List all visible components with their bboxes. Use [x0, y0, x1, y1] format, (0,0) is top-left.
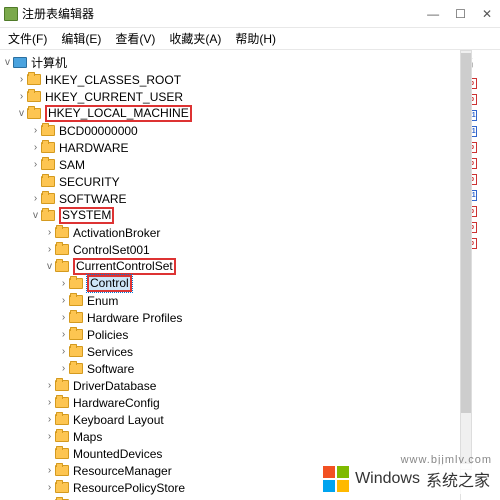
- folder-icon: [27, 108, 41, 119]
- key-services[interactable]: Services: [87, 345, 133, 359]
- menubar: 文件(F) 编辑(E) 查看(V) 收藏夹(A) 帮助(H): [0, 28, 500, 50]
- expand-toggle[interactable]: ›: [58, 278, 69, 289]
- expand-toggle[interactable]: ›: [44, 380, 55, 391]
- folder-icon: [55, 465, 69, 476]
- expand-toggle[interactable]: ›: [58, 363, 69, 374]
- expand-toggle[interactable]: ›: [58, 295, 69, 306]
- key-resourcemanager[interactable]: ResourceManager: [73, 464, 172, 478]
- menu-view[interactable]: 查看(V): [115, 30, 155, 47]
- key-hardware-profiles[interactable]: Hardware Profiles: [87, 311, 182, 325]
- expand-toggle[interactable]: ›: [58, 346, 69, 357]
- expand-toggle[interactable]: ›: [44, 465, 55, 476]
- folder-icon: [55, 261, 69, 272]
- key-hkcu[interactable]: HKEY_CURRENT_USER: [45, 90, 183, 104]
- watermark-brand: Windows: [355, 470, 420, 488]
- key-bcd[interactable]: BCD00000000: [59, 124, 138, 138]
- expand-toggle[interactable]: v: [16, 108, 27, 119]
- window-buttons: — ☐ ✕: [427, 7, 496, 21]
- computer-icon: [13, 57, 27, 68]
- folder-icon: [41, 159, 55, 170]
- maximize-button[interactable]: ☐: [455, 7, 466, 21]
- windows-logo-icon: [323, 466, 349, 492]
- regedit-icon: [4, 7, 18, 21]
- key-keyboard-layout[interactable]: Keyboard Layout: [73, 413, 164, 427]
- registry-tree[interactable]: v 计算机 › HKEY_CLASSES_ROOT › HKEY_CURRENT_US…: [0, 50, 460, 500]
- folder-icon: [41, 125, 55, 136]
- minimize-button[interactable]: —: [427, 7, 439, 21]
- folder-icon: [69, 295, 83, 306]
- key-hklm[interactable]: HKEY_LOCAL_MACHINE: [45, 105, 192, 122]
- expand-toggle[interactable]: ›: [30, 142, 41, 153]
- tree-scrollbar[interactable]: [460, 50, 472, 470]
- folder-icon: [27, 91, 41, 102]
- folder-icon: [55, 244, 69, 255]
- expand-toggle[interactable]: v: [30, 210, 41, 221]
- menu-help[interactable]: 帮助(H): [235, 30, 276, 47]
- key-hkcr[interactable]: HKEY_CLASSES_ROOT: [45, 73, 181, 87]
- expand-toggle[interactable]: ›: [44, 244, 55, 255]
- key-mounteddevices[interactable]: MountedDevices: [73, 447, 162, 461]
- scrollbar-thumb[interactable]: [461, 53, 471, 413]
- key-resourcepolicystore[interactable]: ResourcePolicyStore: [73, 481, 185, 495]
- folder-icon: [41, 142, 55, 153]
- key-maps[interactable]: Maps: [73, 430, 102, 444]
- menu-file[interactable]: 文件(F): [8, 30, 47, 47]
- folder-icon: [69, 312, 83, 323]
- key-activationbroker[interactable]: ActivationBroker: [73, 226, 160, 240]
- expand-toggle[interactable]: ›: [30, 159, 41, 170]
- key-sam[interactable]: SAM: [59, 158, 85, 172]
- folder-icon: [69, 329, 83, 340]
- menu-edit[interactable]: 编辑(E): [61, 30, 101, 47]
- expand-toggle[interactable]: ›: [44, 397, 55, 408]
- expand-toggle[interactable]: ›: [58, 312, 69, 323]
- key-control[interactable]: Control: [87, 275, 132, 292]
- key-system[interactable]: SYSTEM: [59, 207, 114, 224]
- folder-icon: [41, 176, 55, 187]
- folder-icon: [55, 397, 69, 408]
- menu-favorite[interactable]: 收藏夹(A): [169, 30, 221, 47]
- key-security[interactable]: SECURITY: [59, 175, 120, 189]
- key-policies[interactable]: Policies: [87, 328, 128, 342]
- expand-toggle[interactable]: ›: [44, 482, 55, 493]
- folder-icon: [55, 414, 69, 425]
- folder-icon: [55, 482, 69, 493]
- key-controlset001[interactable]: ControlSet001: [73, 243, 150, 257]
- expand-toggle[interactable]: v: [2, 57, 13, 68]
- key-enum[interactable]: Enum: [87, 294, 118, 308]
- key-currentcontrolset[interactable]: CurrentControlSet: [73, 258, 176, 275]
- close-button[interactable]: ✕: [482, 7, 492, 21]
- expand-toggle[interactable]: ›: [30, 125, 41, 136]
- expand-toggle[interactable]: ›: [16, 91, 27, 102]
- folder-icon: [41, 193, 55, 204]
- expand-toggle[interactable]: ›: [44, 227, 55, 238]
- expand-toggle[interactable]: ›: [44, 431, 55, 442]
- folder-icon: [27, 74, 41, 85]
- folder-icon: [55, 431, 69, 442]
- folder-icon: [55, 227, 69, 238]
- folder-icon: [55, 448, 69, 459]
- key-hardwareconfig[interactable]: HardwareConfig: [73, 396, 160, 410]
- key-software[interactable]: SOFTWARE: [59, 192, 127, 206]
- key-driverdatabase[interactable]: DriverDatabase: [73, 379, 156, 393]
- watermark-sub: 系统之家: [426, 467, 490, 491]
- expand-toggle[interactable]: ›: [30, 193, 41, 204]
- key-software2[interactable]: Software: [87, 362, 134, 376]
- watermark: Windows 系统之家: [319, 464, 494, 494]
- folder-icon: [69, 278, 83, 289]
- folder-icon: [69, 346, 83, 357]
- titlebar: 注册表编辑器 — ☐ ✕: [0, 0, 500, 28]
- tree-root[interactable]: 计算机: [31, 54, 67, 71]
- key-hardware[interactable]: HARDWARE: [59, 141, 129, 155]
- expand-toggle[interactable]: v: [44, 261, 55, 272]
- expand-toggle[interactable]: ›: [58, 329, 69, 340]
- expand-toggle[interactable]: ›: [44, 414, 55, 425]
- folder-icon: [41, 210, 55, 221]
- window-title: 注册表编辑器: [22, 5, 94, 22]
- expand-toggle[interactable]: ›: [16, 74, 27, 85]
- folder-icon: [55, 380, 69, 391]
- folder-icon: [69, 363, 83, 374]
